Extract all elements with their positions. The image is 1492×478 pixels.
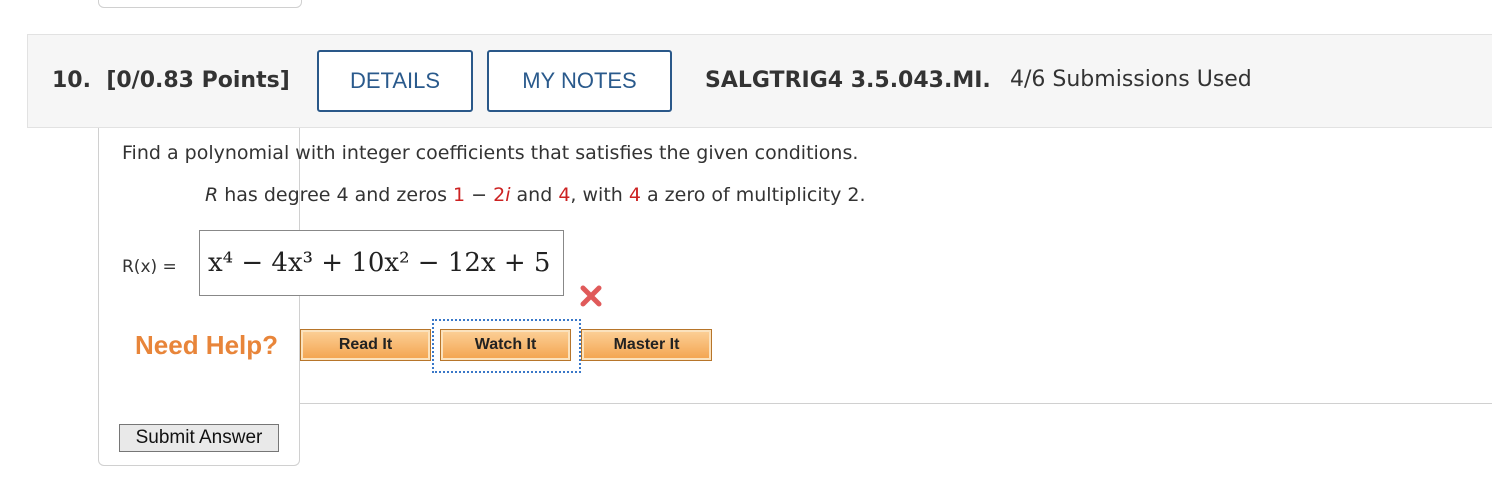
question-code: SALGTRIG4 3.5.043.MI. <box>705 68 991 93</box>
question-body-divider <box>300 403 1492 404</box>
details-button[interactable]: DETAILS <box>317 50 473 112</box>
question-body-frame <box>98 128 300 466</box>
need-help-title: Need Help? <box>135 330 279 360</box>
incorrect-x-icon <box>580 285 602 307</box>
question-number: 10. [0/0.83 Points] <box>52 68 290 93</box>
answer-input[interactable]: x⁴ − 4x³ + 10x² − 12x + 5 <box>199 230 564 296</box>
submissions-used: 4/6 Submissions Used <box>1010 67 1252 92</box>
submit-answer-button[interactable]: Submit Answer <box>119 424 279 452</box>
problem-prompt: Find a polynomial with integer coefficie… <box>122 142 859 164</box>
master-it-button[interactable]: Master It <box>581 329 712 361</box>
problem-condition: R has degree 4 and zeros 1 − 2i and 4, w… <box>205 184 866 206</box>
read-it-button[interactable]: Read It <box>300 329 431 361</box>
previous-question-frame <box>98 0 302 8</box>
my-notes-button[interactable]: MY NOTES <box>487 50 672 112</box>
answer-label: R(x) = <box>122 257 177 277</box>
watch-it-button[interactable]: Watch It <box>440 329 571 361</box>
question-header: 10. [0/0.83 Points] DETAILS MY NOTES SAL… <box>27 34 1492 128</box>
